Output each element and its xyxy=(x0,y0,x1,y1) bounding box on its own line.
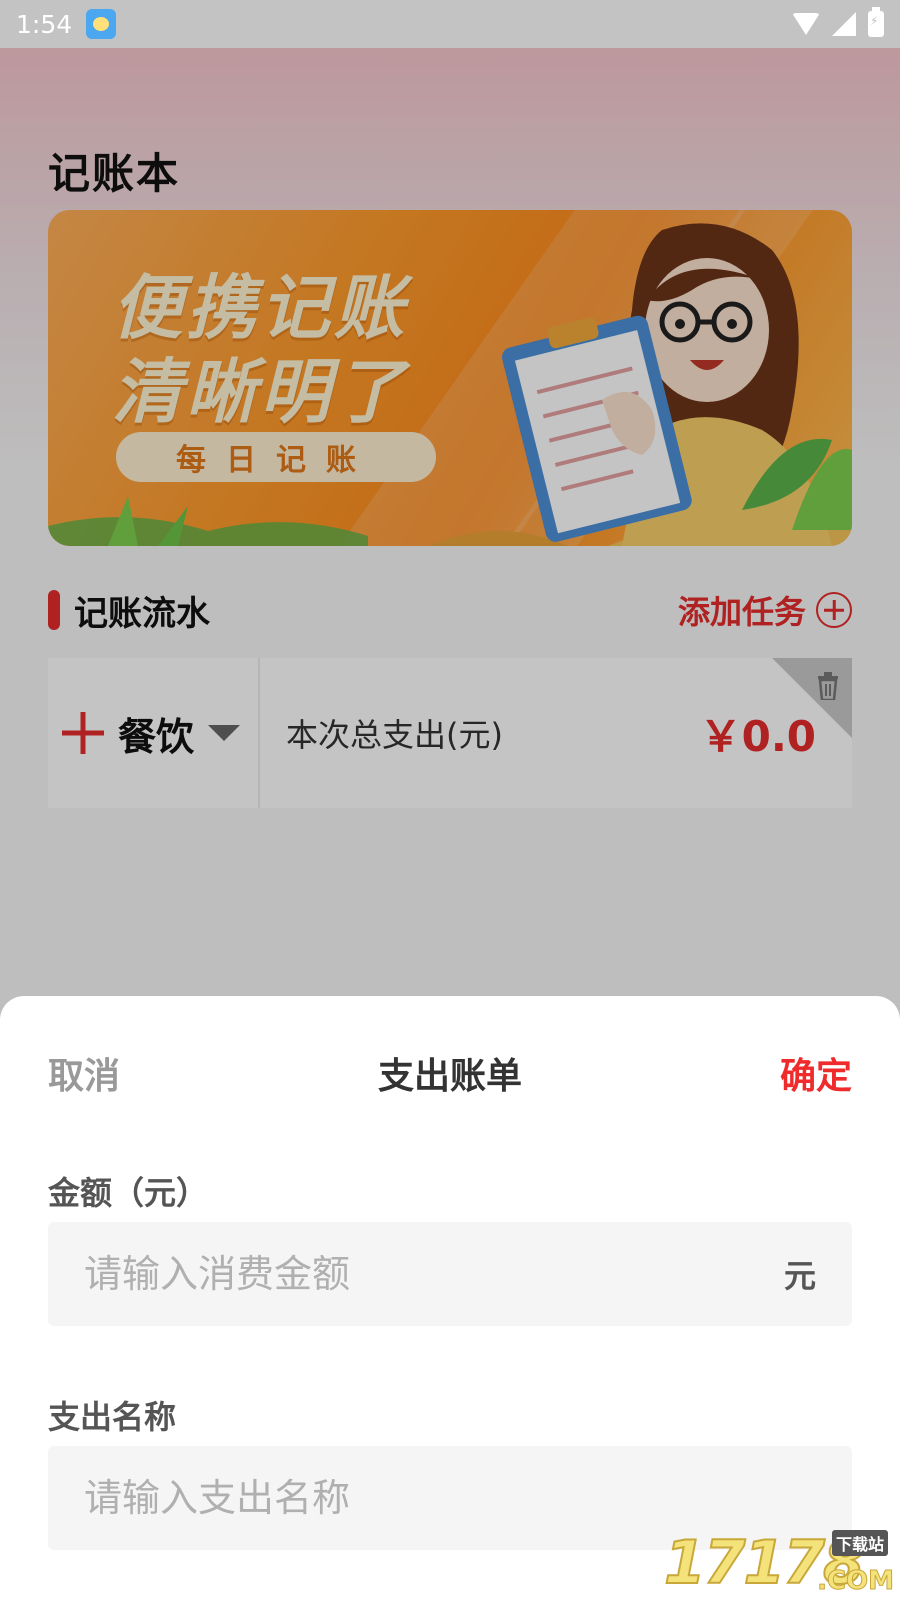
amount-label: 金额（元） xyxy=(48,1174,209,1212)
sheet-header: 取消 支出账单 确定 xyxy=(48,1048,852,1098)
watermark-com: .COM xyxy=(817,1566,895,1597)
status-left: 1:54 xyxy=(16,9,117,39)
amount-unit-label: 元 xyxy=(783,1257,816,1295)
app-notification-icon xyxy=(86,9,117,39)
confirm-button[interactable]: 确定 xyxy=(780,1047,852,1099)
status-bar: 1:54 xyxy=(0,0,900,48)
status-time: 1:54 xyxy=(16,9,73,39)
site-watermark-logo: 17178 下载站 .COM xyxy=(663,1527,895,1599)
battery-charging-icon xyxy=(868,7,884,37)
watermark-sub: 下载站 xyxy=(831,1530,888,1556)
expense-bottom-sheet: 取消 支出账单 确定 金额（元） 元 支出名称 17178 下载站 .COM xyxy=(0,996,900,1600)
amount-field-container: 元 xyxy=(48,1222,852,1326)
expense-name-label: 支出名称 xyxy=(48,1398,177,1436)
wifi-icon xyxy=(792,13,820,35)
expense-name-input[interactable] xyxy=(84,1476,684,1520)
status-right xyxy=(792,7,884,37)
sheet-title: 支出账单 xyxy=(377,1056,522,1097)
amount-input[interactable] xyxy=(84,1252,684,1296)
cell-signal-icon xyxy=(832,12,856,36)
cancel-button[interactable]: 取消 xyxy=(48,1047,120,1099)
